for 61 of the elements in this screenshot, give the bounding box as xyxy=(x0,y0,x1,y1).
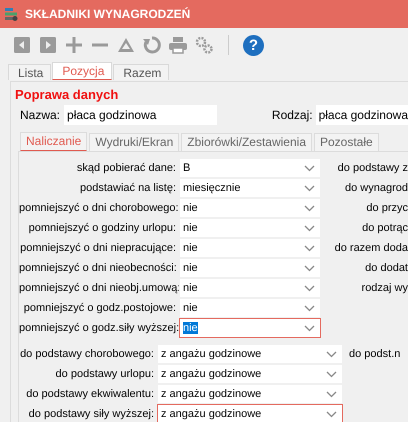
dropdown[interactable]: z angażu godzinowe xyxy=(157,364,343,384)
field-label: do podstawy siły wyższej: xyxy=(28,408,155,420)
dropdown[interactable]: nie xyxy=(179,258,321,278)
window-title: SKŁADNIKI WYNAGRODZEŃ xyxy=(25,7,190,21)
field-label: do podstawy z xyxy=(336,162,408,174)
chevron-icon xyxy=(326,350,337,358)
chevron-icon xyxy=(304,184,315,192)
field-label: pomniejszyć o dni chorobowego: xyxy=(19,202,179,214)
dropdown[interactable]: z angażu godzinowe xyxy=(157,404,343,422)
name-field[interactable]: płaca godzinowa xyxy=(64,105,217,125)
chevron-icon xyxy=(304,164,315,172)
field-label: pomniejszyć o dni nieobj.umową: xyxy=(19,282,179,294)
field-label: do podstawy ekwiwalentu: xyxy=(25,388,155,400)
chevron-icon xyxy=(326,370,337,378)
dropdown[interactable]: nie xyxy=(179,318,321,338)
field-label: rodzaj wy xyxy=(360,282,408,294)
field-label: do podstawy chorobowego: xyxy=(19,348,155,360)
dropdown[interactable]: nie xyxy=(179,278,321,298)
field-label: pomniejszyć o dni niepracujące: xyxy=(19,242,177,254)
dropdown[interactable]: B xyxy=(179,158,321,178)
field-label: do podstawy urlopu: xyxy=(54,368,155,380)
field-label: podstawiać na listę: xyxy=(79,182,177,194)
chevron-icon xyxy=(304,244,315,252)
tab[interactable]: Razem xyxy=(113,64,170,80)
chevron-icon xyxy=(304,304,315,312)
dropdown[interactable]: nie xyxy=(179,198,321,218)
chevron-icon xyxy=(326,390,337,398)
type-label: Rodzaj: xyxy=(272,108,313,122)
field-label: do podst.n xyxy=(349,348,402,360)
field-label: pomniejszyć o godz.postojowe: xyxy=(22,302,177,314)
field-label: do razem doda xyxy=(334,242,408,254)
tab[interactable]: Wydruki/Ekran xyxy=(89,133,180,151)
field-label: do przyc xyxy=(365,202,408,214)
dropdown[interactable]: nie xyxy=(179,238,321,258)
name-label: Nazwa: xyxy=(20,108,60,122)
chevron-icon xyxy=(304,204,315,212)
field-label: do potrąc xyxy=(361,222,408,234)
chevron-icon xyxy=(304,284,315,292)
chevron-icon xyxy=(304,324,315,332)
dropdown[interactable]: z angażu godzinowe xyxy=(157,384,343,404)
dropdown[interactable]: miesięcznie xyxy=(179,178,321,198)
app-icon xyxy=(4,6,19,22)
help-button[interactable]: ? xyxy=(243,34,264,56)
tab[interactable]: Pozostałe xyxy=(314,133,379,151)
tab[interactable]: Pozycja xyxy=(52,62,112,80)
field-label: pomniejszyć o godz.siły wyższej: xyxy=(19,322,179,334)
dropdown[interactable]: nie xyxy=(179,298,321,318)
chevron-icon xyxy=(326,410,337,418)
section-title: Poprawa danych xyxy=(15,87,120,102)
field-label: do dodat xyxy=(364,262,408,274)
field-label: do wynagrod xyxy=(344,182,408,194)
dropdown[interactable]: z angażu godzinowe xyxy=(157,344,343,364)
field-label: pomniejszyć o dni nieobecności: xyxy=(19,262,178,274)
chevron-icon xyxy=(304,264,315,272)
tab[interactable]: Lista xyxy=(8,64,52,80)
field-label: skąd pobierać dane: xyxy=(76,162,177,174)
tab[interactable]: Zbiorówki/Zestawienia xyxy=(181,133,312,151)
field-label: pomniejszyć o godziny urlopu: xyxy=(28,222,177,234)
chevron-icon xyxy=(304,224,315,232)
type-field[interactable]: płaca godzinowa xyxy=(316,105,408,125)
dropdown[interactable]: nie xyxy=(179,218,321,238)
